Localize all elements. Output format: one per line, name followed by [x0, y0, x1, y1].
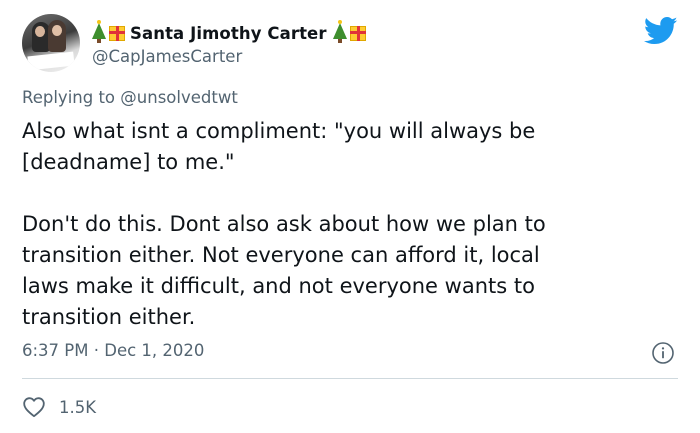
tweet-line: [deadname] to me." — [22, 150, 235, 174]
timestamp-time: 6:37 PM — [22, 341, 89, 360]
avatar[interactable] — [22, 14, 80, 72]
tweet-text: Also what isnt a compliment: "you will a… — [22, 116, 682, 333]
replying-to-line: Replying to @unsolvedtwt — [22, 88, 238, 107]
avatar-card — [27, 51, 75, 71]
gift-icon — [109, 25, 125, 41]
twitter-bird-icon[interactable] — [644, 16, 678, 46]
author-display-name[interactable]: Santa Jimothy Carter — [130, 24, 327, 43]
divider — [22, 378, 678, 379]
tweet-timestamp[interactable]: 6:37 PM · Dec 1, 2020 — [22, 341, 204, 360]
timestamp-date: Dec 1, 2020 — [104, 341, 205, 360]
tweet-card: Santa Jimothy Carter @CapJamesCarter Rep… — [0, 0, 700, 433]
info-icon[interactable] — [651, 341, 675, 365]
heart-icon — [23, 397, 45, 418]
like-button[interactable]: 1.5K — [22, 394, 96, 420]
christmas-tree-icon — [332, 20, 347, 43]
avatar-face-left — [35, 26, 45, 37]
replying-to-label: Replying to — [22, 88, 116, 107]
like-count: 1.5K — [59, 397, 97, 417]
tweet-line: Don't do this. Dont also ask about how w… — [22, 212, 546, 236]
tweet-line: laws make it difficult, and not everyone… — [22, 274, 535, 298]
avatar-face-right — [52, 25, 62, 36]
tweet-line: Also what isnt a compliment: "you will a… — [22, 119, 536, 143]
tweet-line: transition either. — [22, 305, 196, 329]
timestamp-separator: · — [93, 341, 99, 360]
author-handle[interactable]: @CapJamesCarter — [92, 47, 242, 66]
reply-target-link[interactable]: @unsolvedtwt — [120, 88, 238, 107]
gift-icon — [349, 25, 366, 41]
author-name-row[interactable]: Santa Jimothy Carter — [92, 20, 369, 46]
tweet-line: transition either. Not everyone can affo… — [22, 243, 540, 267]
christmas-tree-icon — [92, 20, 106, 43]
